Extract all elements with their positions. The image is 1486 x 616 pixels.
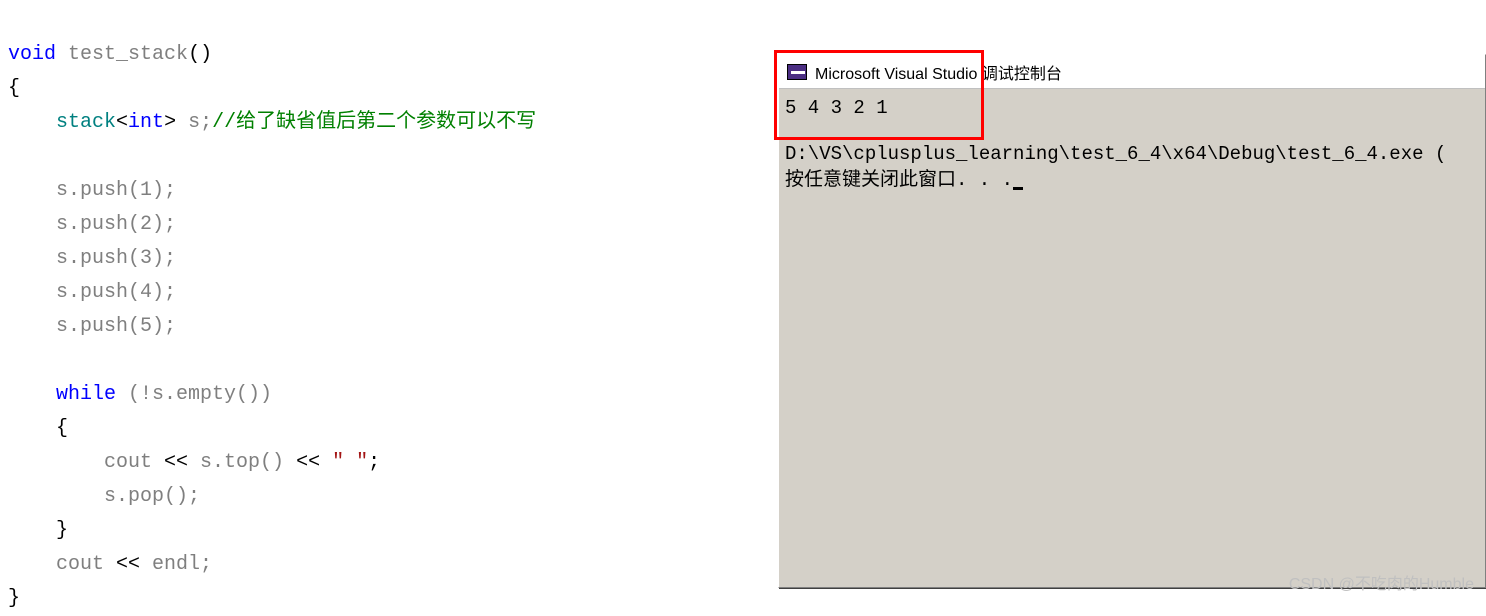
- angle-open: <: [116, 111, 128, 134]
- stack-type: stack: [56, 111, 116, 134]
- angle-close: >: [164, 111, 176, 134]
- int-type: int: [128, 111, 164, 134]
- pop-call: s.pop();: [104, 485, 200, 508]
- console-title: Microsoft Visual Studio 调试控制台: [815, 60, 1062, 84]
- while-keyword: while: [56, 383, 116, 406]
- push-call-5: s.push(5);: [56, 315, 176, 338]
- console-titlebar[interactable]: Microsoft Visual Studio 调试控制台: [779, 55, 1485, 89]
- console-window[interactable]: Microsoft Visual Studio 调试控制台 5 4 3 2 1 …: [778, 54, 1486, 588]
- inner-brace-close: }: [56, 519, 68, 542]
- parens: (): [188, 43, 212, 66]
- console-path: D:\VS\cplusplus_learning\test_6_4\x64\De…: [785, 141, 1479, 167]
- push-call-2: s.push(2);: [56, 213, 176, 236]
- function-name: test_stack: [68, 43, 188, 66]
- vs-icon: [787, 64, 807, 80]
- watermark: CSDN @不吃肉的Humble: [1289, 570, 1474, 594]
- semicolon: ;: [368, 451, 380, 474]
- inner-brace-open: {: [56, 417, 68, 440]
- brace-open: {: [8, 77, 20, 100]
- endl: endl;: [140, 553, 212, 576]
- stream-op-1: <<: [164, 451, 188, 474]
- brace-close: }: [8, 587, 20, 610]
- stream-op-3: <<: [116, 553, 140, 576]
- stream-op-2: <<: [296, 451, 320, 474]
- string-literal: " ": [332, 451, 368, 474]
- cout-1a: cout: [104, 451, 164, 474]
- push-call-3: s.push(3);: [56, 247, 176, 270]
- push-call-1: s.push(1);: [56, 179, 176, 202]
- push-call-4: s.push(4);: [56, 281, 176, 304]
- keyword-void: void: [8, 43, 56, 66]
- code-editor[interactable]: void test_stack() { stack<int> s;//给了缺省值…: [0, 0, 780, 600]
- space: [320, 451, 332, 474]
- cursor-icon: [1013, 187, 1023, 190]
- console-output: 5 4 3 2 1: [785, 95, 1479, 121]
- console-prompt: 按任意键关闭此窗口. . .: [785, 169, 1013, 191]
- comment: //给了缺省值后第二个参数可以不写: [212, 111, 536, 134]
- console-body[interactable]: 5 4 3 2 1 D:\VS\cplusplus_learning\test_…: [779, 89, 1485, 199]
- while-cond: (!s.empty()): [116, 383, 272, 406]
- var-decl: s;: [176, 111, 212, 134]
- cout-2a: cout: [56, 553, 116, 576]
- top-call: s.top(): [188, 451, 296, 474]
